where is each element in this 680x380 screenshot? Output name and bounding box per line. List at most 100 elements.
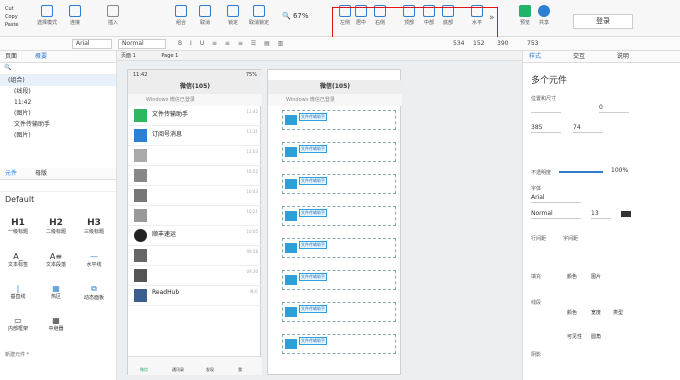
font-style-select[interactable]: Normal (118, 39, 166, 49)
chat-list: 文件传输助手 11:42 订阅号消息 11:31 11:03 10:52 10:43… (128, 106, 262, 356)
wechat-phone-left: 11:42 75% 微信(105) Windows 微信已登录 文件传输助手 11… (127, 69, 262, 375)
widget-hotspot[interactable]: ▦ 热区 (44, 284, 68, 300)
unlock-button[interactable]: 取消锁定 (248, 5, 270, 26)
library-select[interactable]: Default (0, 192, 116, 207)
tree-item-image[interactable]: (图片) (0, 108, 116, 119)
nav-contacts[interactable]: 通讯录 (172, 367, 184, 373)
list-item[interactable]: 文件传输助手 (282, 238, 396, 258)
zoom-control[interactable]: 🔍 67% (282, 12, 309, 20)
line-type-option[interactable]: 类型 (613, 309, 623, 316)
tree-item-file-helper[interactable]: 文件传输助手 (0, 119, 116, 130)
position-size-label: 位置和尺寸 (531, 96, 557, 102)
list-item[interactable]: 文件传输助手 (282, 334, 396, 354)
insert-button[interactable]: 插入 (102, 5, 124, 26)
windows-login-hint[interactable]: Windows 微信已登录 (128, 94, 262, 106)
select-mode-button[interactable]: 选择模式 (36, 5, 58, 26)
list-item[interactable]: 文件传输助手 (282, 302, 396, 322)
widget-h1[interactable]: H1 一级标题 (6, 218, 30, 235)
visibility-option[interactable]: 可见性 (567, 333, 582, 340)
list-item[interactable]: 10:43 (128, 186, 262, 206)
h-field[interactable]: 753 (527, 40, 538, 47)
width-input[interactable]: 385 (531, 123, 561, 133)
list-item[interactable]: 11:03 (128, 146, 262, 166)
tree-item-group[interactable]: (组合) (0, 75, 116, 86)
opacity-slider[interactable] (559, 171, 603, 173)
list-item[interactable]: 10:52 (128, 166, 262, 186)
list-item[interactable]: 文件传输助手 (282, 206, 396, 226)
text-format-icons[interactable]: B I U ≡ ≡ ≡ ☰ ▤ ▥ (178, 40, 286, 47)
widget-search[interactable] (0, 180, 116, 192)
list-item[interactable]: 09:58 (128, 246, 262, 266)
ungroup-button[interactable]: 取消 (194, 5, 216, 26)
widget-text-label[interactable]: A_ 文本标签 (6, 252, 30, 268)
new-widget-footer[interactable]: 新建元件 * (5, 351, 29, 358)
font-family-select[interactable]: Arial (531, 193, 581, 203)
y-field[interactable]: 152 (473, 40, 484, 47)
nav-wechat[interactable]: 微信 (140, 367, 148, 373)
left-panel: 页面 概要 🔍 (组合) (线段) 11:42 (图片) 文件传输助手 (图片)… (0, 51, 117, 380)
list-item[interactable]: 文件传输助手 11:42 (128, 106, 262, 126)
list-item[interactable]: 订阅号消息 11:31 (128, 126, 262, 146)
tab-masters[interactable]: 母版 (35, 170, 47, 177)
windows-login-hint-right[interactable]: Windows 微信已登录 (268, 94, 402, 106)
list-item[interactable]: 09:30 (128, 266, 262, 286)
tab-outline[interactable]: 概要 (35, 53, 47, 60)
font-color-swatch[interactable] (621, 211, 631, 217)
connect-button[interactable]: 连接 (64, 5, 86, 26)
tab-notes[interactable]: 说明 (617, 53, 629, 60)
opacity-value[interactable]: 100% (611, 167, 628, 174)
cut-button[interactable]: Cut (5, 5, 19, 13)
paste-button[interactable]: Paste (5, 21, 19, 29)
plus-icon (107, 5, 119, 17)
widget-hline[interactable]: — 水平线 (82, 252, 106, 268)
height-input[interactable]: 74 (573, 123, 603, 133)
lock-button[interactable]: 锁定 (222, 5, 244, 26)
tab-widgets[interactable]: 元件 (5, 170, 17, 177)
font-select[interactable]: Arial (72, 39, 112, 49)
line-label: 线段 (531, 300, 542, 306)
corner-radius-option[interactable]: 圆角 (591, 333, 601, 340)
line-width-option[interactable]: 宽度 (591, 309, 601, 316)
list-item[interactable]: ReadHub 昨天 (128, 286, 262, 306)
tab-page-1-cn[interactable]: 页面 1 (121, 53, 136, 59)
list-item[interactable]: 文件传输助手 (282, 142, 396, 162)
tab-page-1[interactable]: Page 1 (161, 53, 178, 59)
line-spacing-label: 行间距 (531, 236, 547, 242)
widget-h3[interactable]: H3 三级标题 (82, 218, 106, 235)
login-button[interactable]: 登录 (573, 14, 633, 29)
select-icon (41, 5, 53, 17)
design-canvas[interactable]: 页面 1 Page 1 11:42 75% 微信(105) Windows 微信… (117, 51, 522, 380)
outline-search[interactable]: 🔍 (0, 63, 116, 75)
nav-discover[interactable]: 发现 (206, 367, 214, 373)
list-item[interactable]: 文件传输助手 (282, 174, 396, 194)
tree-item-time[interactable]: 11:42 (0, 97, 116, 108)
widget-dynamic-panel[interactable]: ⧉ 动态面板 (82, 284, 106, 301)
widget-iframe[interactable]: ▭ 内部框架 (6, 316, 30, 332)
widget-paragraph[interactable]: A≡ 文本段落 (44, 252, 68, 268)
w-field[interactable]: 390 (497, 40, 508, 47)
tab-style[interactable]: 样式 (529, 53, 541, 60)
widget-vline[interactable]: | 垂直线 (6, 284, 30, 300)
list-item[interactable]: 顺丰速运 10:05 (128, 226, 262, 246)
group-button[interactable]: 组合 (170, 5, 192, 26)
widget-repeater[interactable]: ▦ 中继器 (44, 316, 68, 332)
widget-h2[interactable]: H2 二级标题 (44, 218, 68, 235)
nav-me[interactable]: 我 (238, 367, 242, 373)
tree-item-line[interactable]: (线段) (0, 86, 116, 97)
font-style-select-right[interactable]: Normal (531, 209, 581, 219)
tab-interaction[interactable]: 交互 (573, 53, 585, 60)
line-color-option[interactable]: 颜色 (567, 309, 577, 316)
tree-item-image-2[interactable]: (图片) (0, 130, 116, 141)
x-field[interactable]: 534 (453, 40, 464, 47)
list-item[interactable]: 文件传输助手 (282, 270, 396, 290)
font-size-input[interactable]: 13 (591, 209, 611, 219)
list-item[interactable]: 文件传输助手 (282, 110, 396, 130)
list-item[interactable]: 10:21 (128, 206, 262, 226)
copy-button[interactable]: Copy (5, 13, 19, 21)
r-input[interactable]: 0 (599, 103, 629, 113)
fill-image-option[interactable]: 图片 (591, 273, 601, 280)
tab-pages[interactable]: 页面 (5, 53, 17, 60)
x-input[interactable] (531, 103, 561, 113)
share-button[interactable]: 共享 (533, 5, 555, 26)
fill-color-option[interactable]: 颜色 (567, 273, 577, 280)
